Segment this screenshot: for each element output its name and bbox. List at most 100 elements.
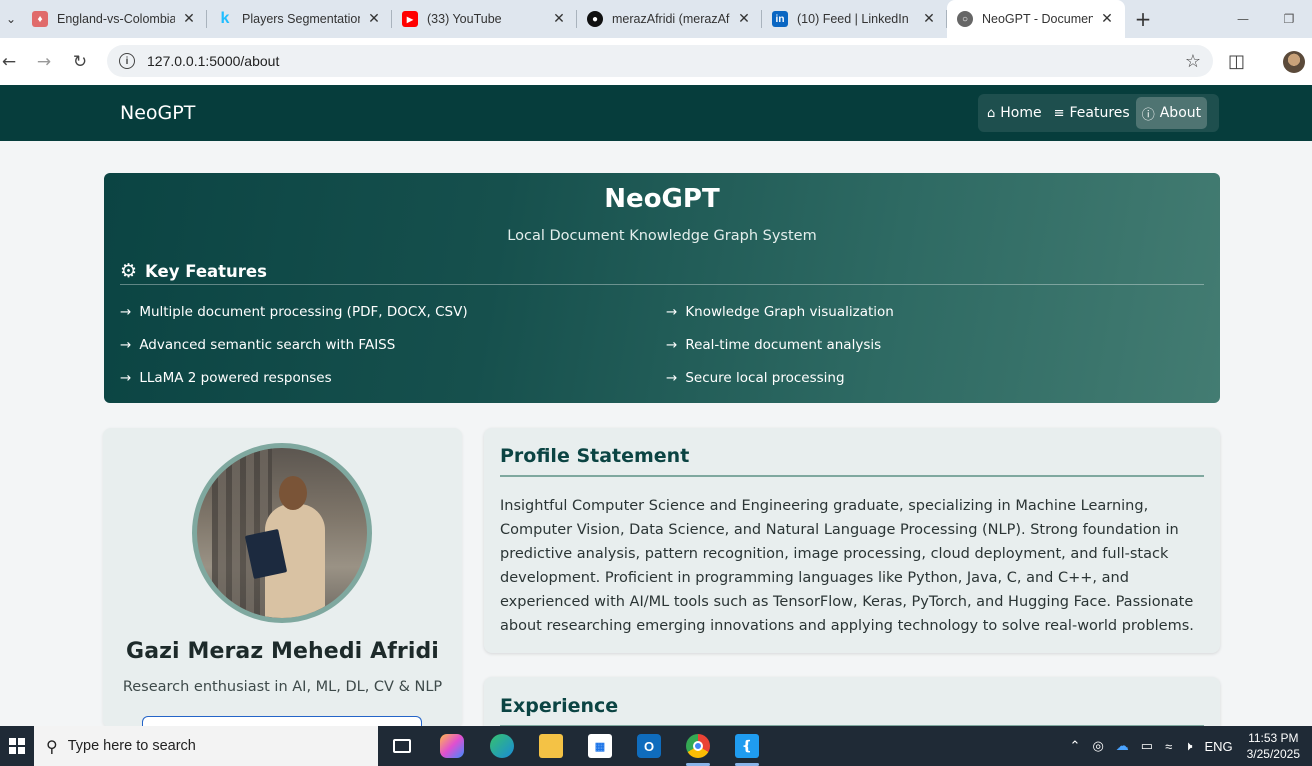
browser-profile-avatar[interactable] — [1283, 51, 1305, 73]
task-view-icon[interactable] — [382, 730, 422, 762]
back-arrow-icon[interactable]: ← — [0, 44, 18, 80]
volume-muted-icon[interactable]: 🕨 — [1184, 738, 1192, 754]
navbar-brand[interactable]: NeoGPT — [120, 102, 195, 124]
windows-logo-icon — [9, 738, 25, 754]
search-icon: ⚲ — [46, 736, 58, 756]
extensions-icon[interactable]: ◫ — [1228, 51, 1245, 72]
section-heading: Experience — [500, 695, 619, 717]
arrow-right-icon: → — [666, 337, 678, 353]
close-icon[interactable]: ✕ — [736, 11, 752, 27]
arrow-right-icon: → — [666, 370, 678, 386]
windows-taskbar: ⚲ Type here to search ▦ O ❴ ⌃ ◎ ☁ ▭ ≈ 🕨 … — [0, 726, 1312, 766]
chevron-up-icon[interactable]: ⌃ — [1070, 738, 1081, 754]
key-features-label: Key Features — [145, 261, 267, 281]
clock-date: 3/25/2025 — [1246, 747, 1300, 761]
start-button[interactable] — [0, 726, 34, 766]
chrome-icon[interactable] — [678, 730, 718, 766]
feature-text: Multiple document processing (PDF, DOCX,… — [139, 304, 468, 320]
feature-item: → Real-time document analysis — [666, 337, 881, 353]
close-icon[interactable]: ✕ — [921, 11, 937, 27]
bookmark-star-icon[interactable]: ☆ — [1185, 51, 1201, 72]
minimize-icon[interactable]: — — [1220, 0, 1266, 38]
tab-title: (33) YouTube — [427, 12, 502, 26]
youtube-icon: ▶ — [402, 11, 418, 27]
new-tab-button[interactable]: + — [1125, 0, 1161, 38]
hero-title: NeoGPT — [604, 184, 720, 214]
feature-text: Secure local processing — [685, 370, 845, 386]
tab-title: Players Segmentation — [242, 12, 360, 26]
close-icon[interactable]: ✕ — [181, 11, 197, 27]
feature-text: Knowledge Graph visualization — [685, 304, 894, 320]
edge-icon[interactable] — [482, 730, 522, 762]
nav-link-features[interactable]: ≡ Features — [1048, 97, 1136, 129]
close-icon[interactable]: ✕ — [551, 11, 567, 27]
flask-icon: ♦ — [32, 11, 48, 27]
browser-tab-active[interactable]: ○ NeoGPT - Document ✕ — [947, 0, 1125, 38]
browser-tab[interactable]: ▶ (33) YouTube ✕ — [392, 0, 577, 38]
store-icon[interactable]: ▦ — [580, 730, 620, 762]
feature-text: Advanced semantic search with FAISS — [139, 337, 396, 353]
profile-tagline: Research enthusiast in AI, ML, DL, CV & … — [122, 679, 443, 695]
reload-icon[interactable]: ↻ — [62, 44, 98, 80]
tab-title: (10) Feed | LinkedIn — [797, 12, 909, 26]
profile-photo — [192, 443, 372, 623]
site-navbar: NeoGPT ⌂ Home ≡ Features ⓘ About — [0, 85, 1312, 141]
clock[interactable]: 11:53 PM 3/25/2025 — [1247, 730, 1300, 762]
tab-title: England-vs-Colombia — [57, 12, 175, 26]
close-icon[interactable]: ✕ — [1099, 11, 1115, 27]
arrow-right-icon: → — [120, 337, 132, 353]
search-placeholder: Type here to search — [67, 738, 196, 754]
browser-tab[interactable]: in (10) Feed | LinkedIn ✕ — [762, 0, 947, 38]
system-tray: ⌃ ◎ ☁ ▭ ≈ 🕨 ENG 11:53 PM 3/25/2025 — [1064, 726, 1312, 766]
section-heading: Profile Statement — [500, 445, 690, 467]
forward-arrow-icon[interactable]: → — [26, 44, 62, 80]
address-bar[interactable]: i 127.0.0.1:5000/about ☆ — [107, 45, 1213, 77]
site-info-icon[interactable]: i — [119, 53, 135, 69]
arrow-right-icon: → — [120, 370, 132, 386]
browser-tab[interactable]: ♦ England-vs-Colombia ✕ — [22, 0, 207, 38]
file-explorer-icon[interactable] — [531, 730, 571, 762]
vscode-icon[interactable]: ❴ — [727, 730, 767, 766]
browser-tab[interactable]: ● merazAfridi (merazAfridi) ✕ — [577, 0, 762, 38]
home-icon: ⌂ — [987, 105, 996, 121]
profile-statement-card: Profile Statement Insightful Computer Sc… — [484, 428, 1220, 653]
nav-link-label: About — [1159, 105, 1202, 121]
wifi-icon[interactable]: ≈ — [1165, 739, 1172, 754]
battery-icon[interactable]: ▭ — [1141, 738, 1153, 754]
restore-icon[interactable]: ❐ — [1266, 0, 1312, 38]
browser-toolbar: ← → ↻ i 127.0.0.1:5000/about ☆ ◫ — [0, 38, 1312, 85]
feature-item: → Knowledge Graph visualization — [666, 304, 894, 320]
feature-item: → Secure local processing — [666, 370, 845, 386]
hero-subtitle: Local Document Knowledge Graph System — [507, 228, 817, 244]
browser-tab-strip: ⌄ ♦ England-vs-Colombia ✕ k Players Segm… — [0, 0, 1312, 38]
gear-icon: ⚙ — [120, 260, 138, 282]
browser-tab[interactable]: k Players Segmentation ✕ — [207, 0, 392, 38]
hero-banner: NeoGPT Local Document Knowledge Graph Sy… — [104, 173, 1220, 403]
nav-link-about[interactable]: ⓘ About — [1135, 97, 1208, 129]
url-text[interactable]: 127.0.0.1:5000/about — [147, 53, 1185, 69]
clock-time: 11:53 PM — [1248, 731, 1299, 745]
nav-link-label: Home — [1000, 105, 1042, 121]
feature-text: LLaMA 2 powered responses — [139, 370, 332, 386]
close-icon[interactable]: ✕ — [366, 11, 382, 27]
tab-title: merazAfridi (merazAfridi) — [612, 12, 730, 26]
feature-item: → Advanced semantic search with FAISS — [120, 337, 395, 353]
profile-name: Gazi Meraz Mehedi Afridi — [126, 639, 439, 664]
copilot-icon[interactable] — [432, 730, 472, 762]
tab-search-icon[interactable]: ⌄ — [0, 0, 22, 38]
tab-title: NeoGPT - Document — [982, 12, 1093, 26]
feature-item: → LLaMA 2 powered responses — [120, 370, 332, 386]
feature-text: Real-time document analysis — [685, 337, 882, 353]
outlook-icon[interactable]: O — [629, 730, 669, 762]
meet-icon[interactable]: ◎ — [1092, 738, 1103, 754]
nav-links: ⌂ Home ≡ Features ⓘ About — [978, 94, 1219, 132]
github-icon: ● — [587, 11, 603, 27]
language-indicator[interactable]: ENG — [1204, 739, 1232, 754]
taskbar-search[interactable]: ⚲ Type here to search — [34, 726, 378, 766]
nav-link-home[interactable]: ⌂ Home — [981, 97, 1048, 129]
window-controls: — ❐ — [1220, 0, 1312, 38]
arrow-right-icon: → — [666, 304, 678, 320]
onedrive-icon[interactable]: ☁ — [1116, 738, 1129, 754]
kaggle-icon: k — [220, 10, 230, 27]
feature-item: → Multiple document processing (PDF, DOCX… — [120, 304, 468, 320]
